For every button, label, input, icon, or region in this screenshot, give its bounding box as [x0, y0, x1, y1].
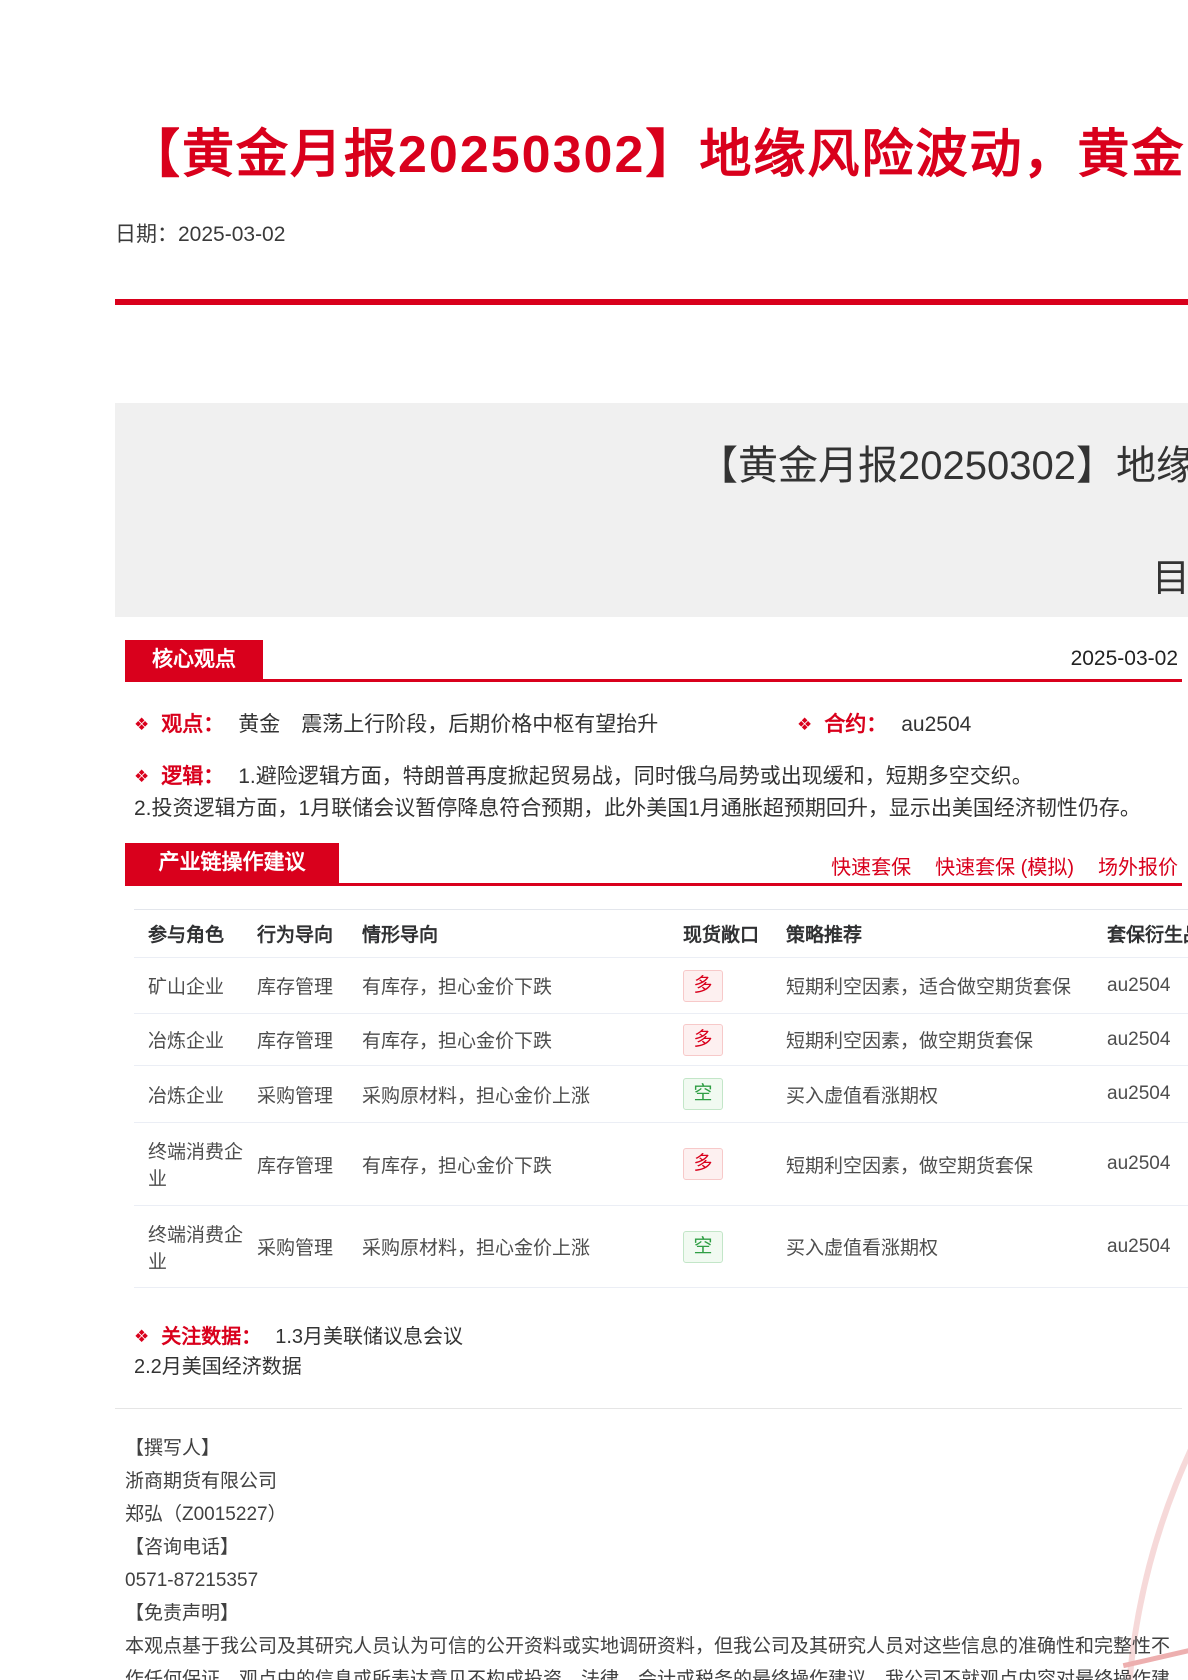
banner-toc-heading: 目录 — [1152, 547, 1188, 602]
footer-block: 【撰写人】 浙商期货有限公司 郑弘（Z0015227） 【咨询电话】 0571-… — [125, 1432, 1170, 1680]
cell-hedge-contract: au2504 — [1093, 1083, 1188, 1105]
cell-role: 冶炼企业 — [134, 1026, 243, 1053]
col-header-hedge-contract: 套保衍生品 — [1093, 920, 1188, 947]
disclaimer-section-label: 【免责声明】 — [125, 1597, 1170, 1630]
diamond-icon: ❖ — [134, 715, 149, 734]
writer-section-label: 【撰写人】 — [125, 1432, 1170, 1465]
cell-role: 终端消费企业 — [134, 1137, 243, 1191]
cell-hedge-contract: au2504 — [1093, 975, 1188, 997]
col-header-strategy: 策略推荐 — [772, 920, 1093, 947]
publish-date: 日期：2025-03-02 — [115, 218, 285, 248]
focus-data-row: ❖ 关注数据： 1.3月美联储议息会议 — [134, 1320, 463, 1349]
diamond-icon: ❖ — [134, 1327, 149, 1346]
cell-strategy: 短期利空因素，做空期货套保 — [772, 1026, 1093, 1053]
cell-scenario: 采购原材料，担心金价上涨 — [348, 1233, 669, 1260]
core-view-divider — [125, 679, 1182, 682]
table-header-row: 参与角色 行为导向 情形导向 现货敞口 策略推荐 套保衍生品 — [134, 910, 1188, 958]
cell-strategy: 短期利空因素，适合做空期货套保 — [772, 972, 1093, 999]
header-divider — [115, 299, 1188, 305]
exposure-tag: 空 — [683, 1078, 723, 1110]
col-header-exposure: 现货敞口 — [669, 920, 772, 947]
exposure-tag: 多 — [683, 1148, 723, 1180]
cell-role: 矿山企业 — [134, 972, 243, 999]
cell-exposure: 空 — [669, 1078, 772, 1110]
report-page: 【黄金月报20250302】地缘风险波动，黄金 日期：2025-03-02 【黄… — [0, 0, 1188, 1680]
cell-hedge-contract: au2504 — [1093, 1153, 1188, 1175]
logic-line-1: 1.避险逻辑方面，特朗普再度掀起贸易战，同时俄乌局势或出现缓和，短期多空交织。 — [238, 765, 1033, 788]
cell-hedge-contract: au2504 — [1093, 1236, 1188, 1258]
industry-divider — [125, 883, 1182, 886]
exposure-tag: 多 — [683, 970, 723, 1002]
quick-hedge-sim-link[interactable]: 快速套保 (模拟) — [935, 851, 1074, 880]
phone-section-label: 【咨询电话】 — [125, 1531, 1170, 1564]
cell-exposure: 空 — [669, 1231, 772, 1263]
cell-strategy: 买入虚值看涨期权 — [772, 1081, 1093, 1108]
report-banner: 【黄金月报20250302】地缘风险波动，黄金 目录 — [115, 403, 1188, 617]
table-row: 冶炼企业 采购管理 采购原材料，担心金价上涨 空 买入虚值看涨期权 au2504 — [134, 1066, 1188, 1123]
company-name: 浙商期货有限公司 — [125, 1465, 1170, 1498]
logic-line-2: 2.投资逻辑方面，1月联储会议暂停降息符合预期，此外美国1月通胀超预期回升，显示… — [134, 792, 1141, 822]
phone-number: 0571-87215357 — [125, 1564, 1170, 1597]
cell-strategy: 短期利空因素，做空期货套保 — [772, 1151, 1093, 1178]
quick-links: 快速套保 快速套保 (模拟) 场外报价 — [640, 851, 1178, 880]
section-badge-industry-ops: 产业链操作建议 — [125, 843, 339, 883]
banner-title: 【黄金月报20250302】地缘风险波动，黄金 — [698, 433, 1188, 491]
cell-scenario: 有库存，担心金价下跌 — [348, 1151, 669, 1178]
disclaimer-line-1: 本观点基于我公司及其研究人员认为可信的公开资料或实地调研资料，但我公司及其研究人… — [125, 1630, 1170, 1663]
view-row: ❖ 观点： 黄金 震荡上行阶段，后期价格中枢有望抬升 — [134, 708, 658, 738]
table-row: 矿山企业 库存管理 有库存，担心金价下跌 多 短期利空因素，适合做空期货套保 a… — [134, 958, 1188, 1014]
logic-row: ❖ 逻辑： 1.避险逻辑方面，特朗普再度掀起贸易战，同时俄乌局势或出现缓和，短期多空… — [134, 760, 1033, 790]
otc-quote-link[interactable]: 场外报价 — [1098, 851, 1178, 880]
table-row: 冶炼企业 库存管理 有库存，担心金价下跌 多 短期利空因素，做空期货套保 au2… — [134, 1014, 1188, 1066]
analyst-name: 郑弘（Z0015227） — [125, 1498, 1170, 1531]
cell-role: 终端消费企业 — [134, 1220, 243, 1274]
col-header-behavior: 行为导向 — [243, 920, 348, 947]
cell-exposure: 多 — [669, 1148, 772, 1180]
focus-data-line-2: 2.2月美国经济数据 — [134, 1350, 302, 1379]
quick-hedge-link[interactable]: 快速套保 — [831, 851, 911, 880]
cell-scenario: 有库存，担心金价下跌 — [348, 1026, 669, 1053]
exposure-tag: 空 — [683, 1231, 723, 1263]
cell-strategy: 买入虚值看涨期权 — [772, 1233, 1093, 1260]
cell-behavior: 库存管理 — [243, 1151, 348, 1178]
col-header-scenario: 情形导向 — [348, 920, 669, 947]
cell-behavior: 采购管理 — [243, 1233, 348, 1260]
cell-scenario: 有库存，担心金价下跌 — [348, 972, 669, 999]
cell-hedge-contract: au2504 — [1093, 1029, 1188, 1051]
page-title: 【黄金月报20250302】地缘风险波动，黄金 — [128, 112, 1185, 187]
disclaimer-line-2: 作任何保证。观点中的信息或所表达意见不构成投资、法律、会计或税务的最终操作建议，… — [125, 1663, 1170, 1680]
operations-table: 参与角色 行为导向 情形导向 现货敞口 策略推荐 套保衍生品 矿山企业 库存管理… — [134, 909, 1188, 1288]
view-label: 观点： — [161, 713, 224, 736]
contract-value: au2504 — [901, 713, 971, 736]
footer-divider — [115, 1408, 1182, 1409]
cell-behavior: 库存管理 — [243, 1026, 348, 1053]
table-row: 终端消费企业 采购管理 采购原材料，担心金价上涨 空 买入虚值看涨期权 au25… — [134, 1206, 1188, 1288]
cell-behavior: 采购管理 — [243, 1081, 348, 1108]
col-header-role: 参与角色 — [134, 920, 243, 947]
exposure-tag: 多 — [683, 1024, 723, 1056]
core-view-date: 2025-03-02 — [1060, 647, 1178, 671]
cell-exposure: 多 — [669, 1024, 772, 1056]
cell-role: 冶炼企业 — [134, 1081, 243, 1108]
cell-exposure: 多 — [669, 970, 772, 1002]
cell-scenario: 采购原材料，担心金价上涨 — [348, 1081, 669, 1108]
diamond-icon: ❖ — [134, 767, 149, 786]
focus-data-label: 关注数据： — [161, 1326, 261, 1348]
logic-label: 逻辑： — [161, 765, 224, 788]
contract-row: ❖ 合约： au2504 — [797, 708, 971, 738]
section-badge-core-view: 核心观点 — [125, 640, 263, 679]
contract-label: 合约： — [824, 713, 887, 736]
diamond-icon: ❖ — [797, 715, 812, 734]
cell-behavior: 库存管理 — [243, 972, 348, 999]
view-value: 黄金 震荡上行阶段，后期价格中枢有望抬升 — [238, 713, 658, 736]
table-row: 终端消费企业 库存管理 有库存，担心金价下跌 多 短期利空因素，做空期货套保 a… — [134, 1123, 1188, 1206]
focus-data-line-1: 1.3月美联储议息会议 — [275, 1326, 463, 1348]
